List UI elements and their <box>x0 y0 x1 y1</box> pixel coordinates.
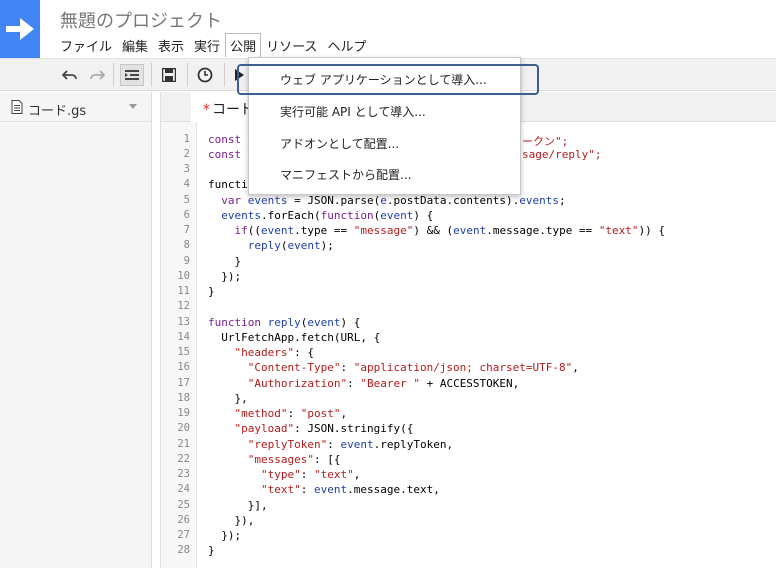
code-line: } <box>208 255 242 268</box>
code-line-tail: sage/reply"; <box>522 148 602 161</box>
line-number-gutter: 1 2 3 4 5 6 7 8 9 10 11 12 13 14 15 16 1… <box>161 122 197 568</box>
menu-help[interactable]: ヘルプ <box>322 33 371 57</box>
line-number: 18 <box>177 392 190 404</box>
code-line: }); <box>208 270 242 283</box>
line-number: 14 <box>177 331 190 343</box>
toolbar-divider <box>113 63 114 87</box>
code-line: }); <box>208 529 242 542</box>
menu-item-deploy-manifest[interactable]: マニフェストから配置... <box>249 159 520 187</box>
code-line: "headers": { <box>234 346 314 359</box>
line-number: 8 <box>183 239 190 251</box>
code-line: function reply(event) { <box>208 316 361 329</box>
line-number: 26 <box>177 514 190 526</box>
menu-file[interactable]: ファイル <box>55 33 117 57</box>
menu-view[interactable]: 表示 <box>153 33 189 57</box>
line-number: 24 <box>177 483 190 495</box>
code-line: const <box>208 133 242 146</box>
project-title[interactable]: 無題のプロジェクト <box>60 7 222 33</box>
code-line: "text": event.message.text, <box>260 483 440 496</box>
code-line: } <box>208 285 215 298</box>
code-line: "type": "text", <box>260 468 361 481</box>
code-line: const <box>208 148 242 161</box>
line-number: 10 <box>177 270 190 282</box>
code-line: events.forEach(function(event) { <box>221 209 434 222</box>
menu-publish[interactable]: 公開 <box>225 33 262 57</box>
line-number: 16 <box>177 361 190 373</box>
line-number: 9 <box>183 255 190 267</box>
indent-icon[interactable] <box>120 64 144 86</box>
code-line: "replyToken": event.replyToken, <box>247 438 454 451</box>
line-number: 20 <box>177 422 190 434</box>
app-header: 無題のプロジェクト ファイル 編集 表示 実行 公開 リソース ヘルプ <box>0 0 776 58</box>
code-line: }, <box>208 392 248 405</box>
line-number: 28 <box>177 544 190 556</box>
menu-run[interactable]: 実行 <box>189 33 225 57</box>
file-panel: コード.gs <box>0 92 152 568</box>
trigger-clock-icon[interactable] <box>194 64 216 86</box>
line-number: 5 <box>183 194 190 206</box>
apps-script-logo[interactable] <box>0 0 40 58</box>
code-line: } <box>208 544 215 557</box>
arrow-right-icon <box>6 18 34 40</box>
line-number: 2 <box>183 148 190 160</box>
chevron-down-icon[interactable] <box>129 104 137 109</box>
line-number: 12 <box>177 300 190 312</box>
code-line: "Content-Type": "application/json; chars… <box>247 361 579 374</box>
line-number: 15 <box>177 346 190 358</box>
code-line-tail: ークン"; <box>522 135 569 148</box>
line-number: 23 <box>177 468 190 480</box>
line-number: 11 <box>177 285 190 297</box>
undo-icon[interactable] <box>60 64 80 86</box>
line-number: 22 <box>177 453 190 465</box>
code-line: functi <box>208 178 248 191</box>
file-name: コード.gs <box>28 104 87 119</box>
code-line: }), <box>208 514 255 527</box>
code-line: "Authorization": "Bearer " + ACCESSTOKEN… <box>247 377 520 390</box>
menu-bar: ファイル 編集 表示 実行 公開 リソース ヘルプ <box>55 33 371 57</box>
code-line: if((event.type == "message") && (event.m… <box>234 224 666 237</box>
line-number: 17 <box>177 377 190 389</box>
line-number: 13 <box>177 316 190 328</box>
redo-icon[interactable] <box>87 64 107 86</box>
line-number: 4 <box>183 178 190 190</box>
code-line: "messages": [{ <box>247 453 341 466</box>
line-number: 27 <box>177 529 190 541</box>
toolbar-divider <box>224 63 225 87</box>
line-number: 3 <box>183 163 190 175</box>
line-number: 25 <box>177 499 190 511</box>
code-line: reply(event); <box>247 239 334 252</box>
modified-indicator: * <box>203 102 210 118</box>
menu-resources[interactable]: リソース <box>261 33 322 57</box>
code-line: var events = JSON.parse(e.postData.conte… <box>221 194 566 207</box>
code-line: }], <box>208 499 268 512</box>
line-number: 21 <box>177 438 190 450</box>
toolbar-divider <box>187 63 188 87</box>
line-number: 7 <box>183 224 190 236</box>
toolbar-divider <box>151 63 152 87</box>
file-item[interactable]: コード.gs <box>0 92 152 122</box>
file-icon <box>11 100 23 114</box>
menu-edit[interactable]: 編集 <box>117 33 153 57</box>
code-line: "method": "post", <box>234 407 348 420</box>
line-number: 19 <box>177 407 190 419</box>
menu-item-deploy-addon[interactable]: アドオンとして配置... <box>249 128 520 156</box>
code-line: "payload": JSON.stringify({ <box>234 422 414 435</box>
menu-item-deploy-api[interactable]: 実行可能 API として導入... <box>249 96 520 124</box>
highlight-box <box>237 64 539 95</box>
line-number: 1 <box>183 133 190 145</box>
code-line: UrlFetchApp.fetch(URL, { <box>208 331 381 344</box>
save-icon[interactable] <box>158 64 180 86</box>
line-number: 6 <box>183 209 190 221</box>
